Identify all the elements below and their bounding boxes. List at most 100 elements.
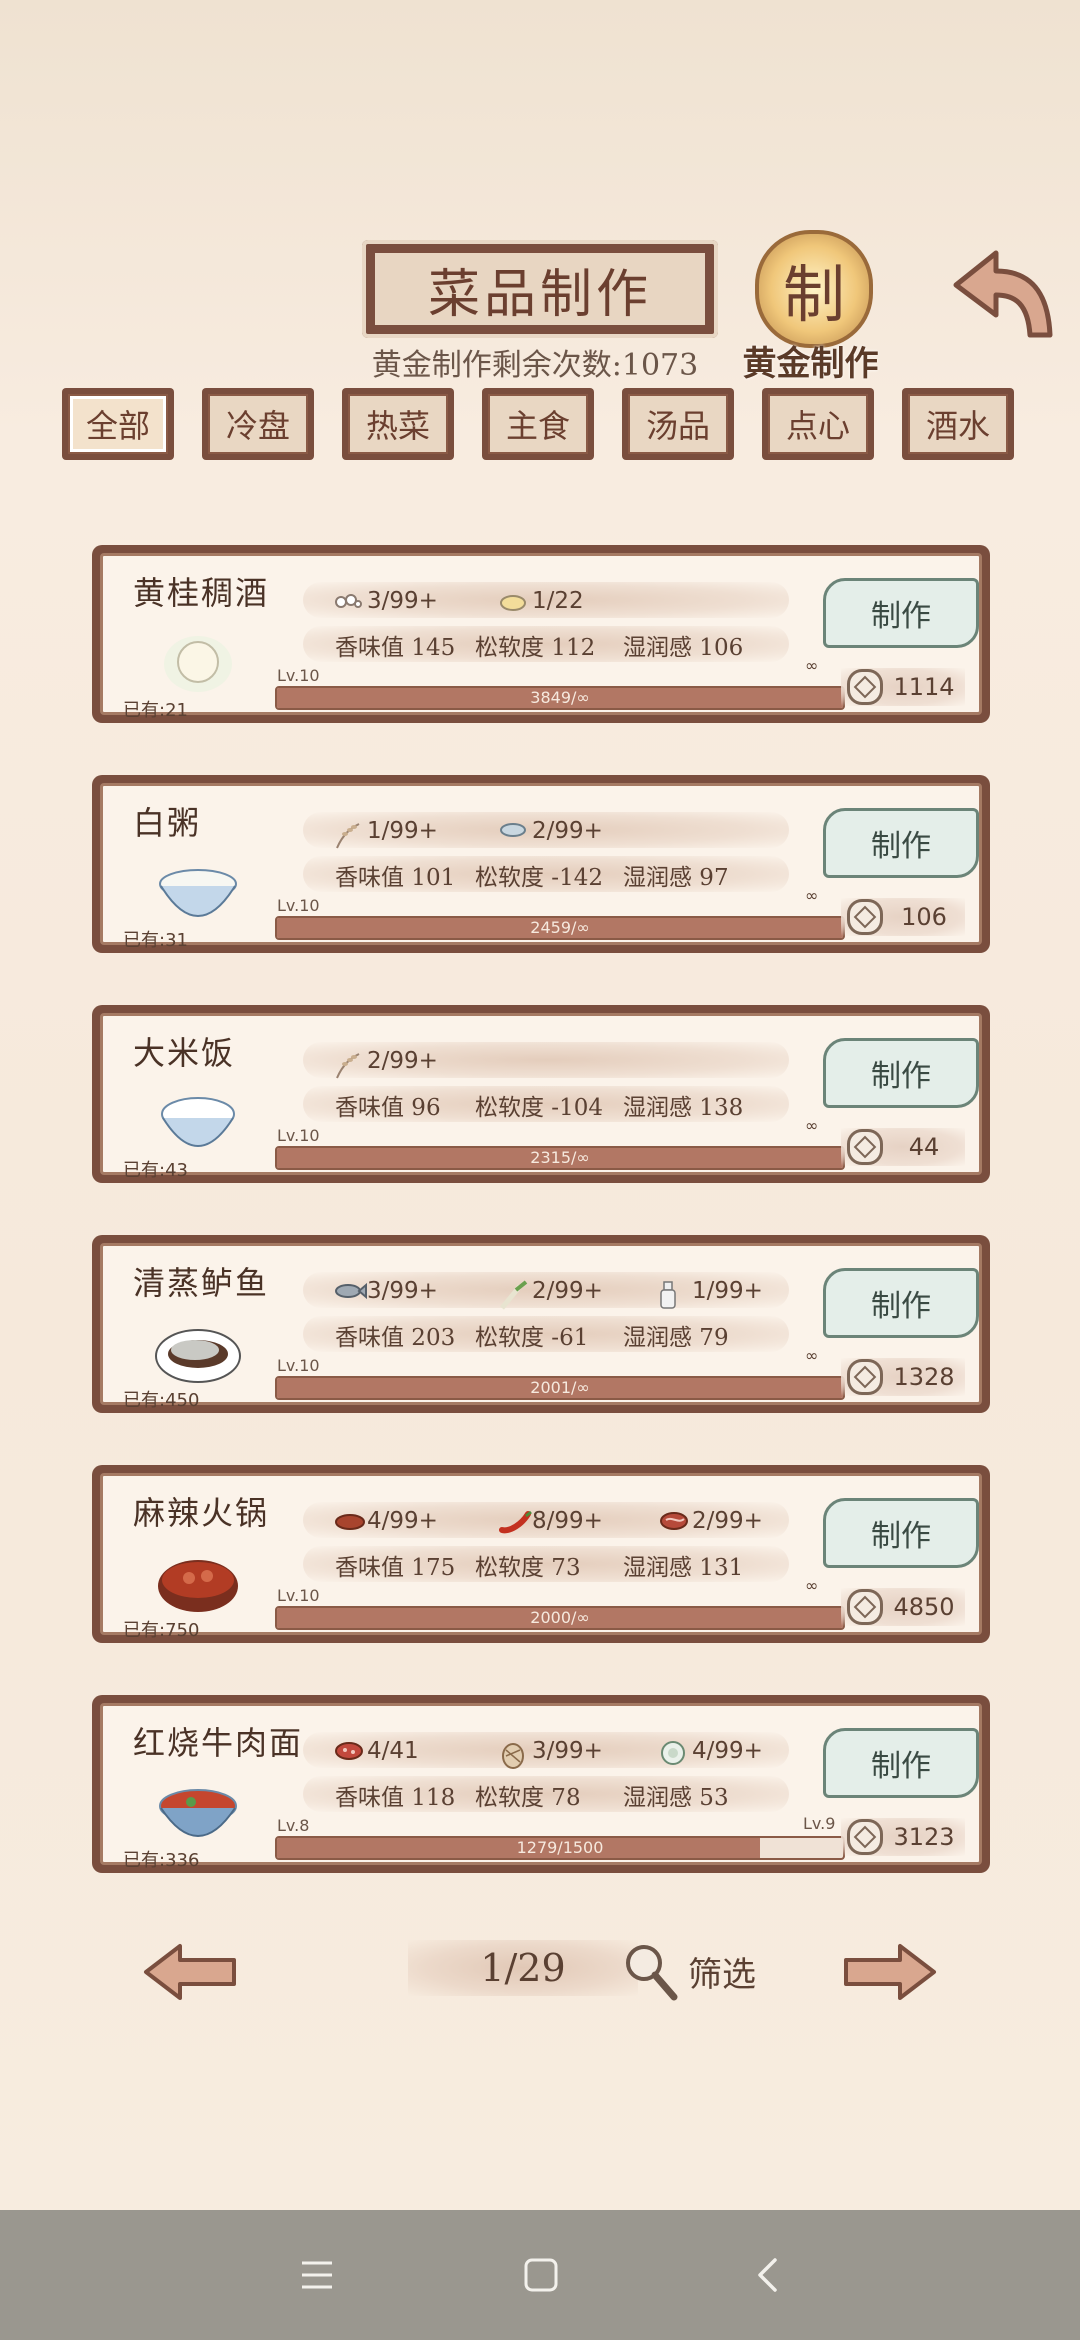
dish-name: 黄桂稠酒 xyxy=(133,574,270,612)
ingredient-count: 1/99+ xyxy=(692,1278,763,1304)
tab-label: 酒水 xyxy=(908,394,1008,454)
make-button[interactable]: 制作 xyxy=(823,1268,979,1338)
dish-image xyxy=(155,1546,241,1616)
price-tag: 3123 xyxy=(841,1818,965,1856)
prev-page-button[interactable] xyxy=(142,1942,238,2002)
ingredient-item: 8/99+ xyxy=(498,1504,603,1538)
gold-craft-button[interactable]: 制 xyxy=(755,230,873,348)
fish-icon xyxy=(333,1280,367,1302)
softness-stat: 松软度 -142 xyxy=(475,865,603,891)
next-page-button[interactable] xyxy=(842,1942,938,2002)
ingredient-count: 8/99+ xyxy=(532,1508,603,1534)
chevron-left-icon xyxy=(758,2258,777,2292)
bottle-icon xyxy=(658,1280,688,1309)
water-bowl-icon xyxy=(498,820,528,842)
ingredient-item: 4/99+ xyxy=(333,1504,438,1538)
experience-bar: 2315/∞ xyxy=(275,1146,845,1170)
recipe-card: 麻辣火锅 已有:750 4/99+ 8/99+ 2/99+ 香味值 175 松软… xyxy=(92,1465,990,1643)
level-current: Lv.10 xyxy=(277,1356,320,1375)
level-next: ∞ xyxy=(805,886,819,905)
ingredient-item: 3/99+ xyxy=(333,1274,438,1308)
recipe-card: 大米饭 已有:43 2/99+ 香味值 96 松软度 -104 湿润感 138 … xyxy=(92,1005,990,1183)
ingredient-count: 3/99+ xyxy=(367,588,438,614)
rice-wine-ingredient-icon xyxy=(333,590,363,612)
ingredient-count: 4/99+ xyxy=(692,1738,763,1764)
level-next: ∞ xyxy=(805,1576,819,1595)
scallion-icon xyxy=(498,1280,528,1310)
moisture-stat: 湿润感 106 xyxy=(623,635,744,661)
dish-image xyxy=(155,1086,241,1156)
price-tag: 106 xyxy=(841,898,965,936)
aroma-stat: 香味值 203 xyxy=(335,1325,456,1351)
ingredient-item: 1/99+ xyxy=(333,814,438,849)
tab-cold-dishes[interactable]: 冷盘 xyxy=(202,388,314,460)
tab-label: 主食 xyxy=(488,394,588,454)
price-tag: 4850 xyxy=(841,1588,965,1626)
menu-nav-button[interactable] xyxy=(292,2250,342,2300)
meat-icon xyxy=(658,1510,688,1532)
owned-count: 已有:31 xyxy=(123,930,188,951)
moisture-stat: 湿润感 53 xyxy=(623,1785,729,1811)
ingredient-item: 3/99+ xyxy=(333,584,438,618)
tab-label: 全部 xyxy=(68,394,168,454)
filter-button[interactable]: 筛选 xyxy=(620,1936,770,2006)
dish-name: 白粥 xyxy=(133,804,202,842)
make-button[interactable]: 制作 xyxy=(823,808,979,878)
home-nav-button[interactable] xyxy=(516,2250,566,2300)
filter-label: 筛选 xyxy=(688,1954,756,1995)
ingredient-count: 2/99+ xyxy=(532,818,603,844)
back-nav-button[interactable] xyxy=(742,2250,792,2300)
ingredient-item: 2/99+ xyxy=(333,1044,438,1079)
level-next: Lv.9 xyxy=(803,1814,836,1833)
dish-image xyxy=(155,856,241,926)
level-current: Lv.10 xyxy=(277,666,320,685)
make-button[interactable]: 制作 xyxy=(823,1728,979,1798)
rice-stalk-icon xyxy=(333,820,363,849)
moisture-stat: 湿润感 138 xyxy=(623,1095,744,1121)
price-value: 3123 xyxy=(893,1823,955,1851)
system-nav-bar xyxy=(0,2210,1080,2340)
softness-stat: 松软度 112 xyxy=(475,635,596,661)
category-tabs: 全部 冷盘 热菜 主食 汤品 点心 酒水 xyxy=(62,388,1022,464)
make-button[interactable]: 制作 xyxy=(823,578,979,648)
coin-icon xyxy=(847,1129,883,1165)
price-tag: 1328 xyxy=(841,1358,965,1396)
price-value: 106 xyxy=(901,903,947,931)
osmanthus-ingredient-icon xyxy=(498,590,528,612)
experience-bar: 2000/∞ xyxy=(275,1606,845,1630)
level-current: Lv.10 xyxy=(277,896,320,915)
aroma-stat: 香味值 118 xyxy=(335,1785,456,1811)
owned-count: 已有:750 xyxy=(123,1620,200,1641)
ingredient-count: 3/99+ xyxy=(532,1738,603,1764)
dish-image xyxy=(155,626,241,696)
experience-bar: 3849/∞ xyxy=(275,686,845,710)
experience-text: 2000/∞ xyxy=(530,1608,590,1627)
level-next: ∞ xyxy=(805,1116,819,1135)
tab-hot-dishes[interactable]: 热菜 xyxy=(342,388,454,460)
gold-craft-label: 黄金制作 xyxy=(742,344,879,384)
experience-text: 3849/∞ xyxy=(530,688,590,707)
tab-all[interactable]: 全部 xyxy=(62,388,174,460)
moisture-stat: 湿润感 131 xyxy=(623,1555,744,1581)
ingredient-count: 1/99+ xyxy=(367,818,438,844)
tab-staple-food[interactable]: 主食 xyxy=(482,388,594,460)
softness-stat: 松软度 -61 xyxy=(475,1325,589,1351)
price-tag: 44 xyxy=(841,1128,965,1166)
tab-desserts[interactable]: 点心 xyxy=(762,388,874,460)
experience-text: 1279/1500 xyxy=(516,1838,604,1857)
ingredient-item: 2/99+ xyxy=(498,1274,603,1310)
tab-drinks[interactable]: 酒水 xyxy=(902,388,1014,460)
make-button[interactable]: 制作 xyxy=(823,1038,979,1108)
back-button[interactable] xyxy=(948,245,1058,345)
price-value: 1114 xyxy=(893,673,955,701)
dish-name: 大米饭 xyxy=(133,1034,236,1072)
dough-icon xyxy=(498,1740,528,1769)
page-title: 菜品制作 xyxy=(427,264,652,325)
ingredient-item: 3/99+ xyxy=(498,1734,603,1769)
ingredient-item: 1/22 xyxy=(498,584,584,618)
ingredient-count: 3/99+ xyxy=(367,1278,438,1304)
aroma-stat: 香味值 145 xyxy=(335,635,456,661)
make-button[interactable]: 制作 xyxy=(823,1498,979,1568)
back-arrow-icon xyxy=(953,250,1053,338)
tab-soups[interactable]: 汤品 xyxy=(622,388,734,460)
